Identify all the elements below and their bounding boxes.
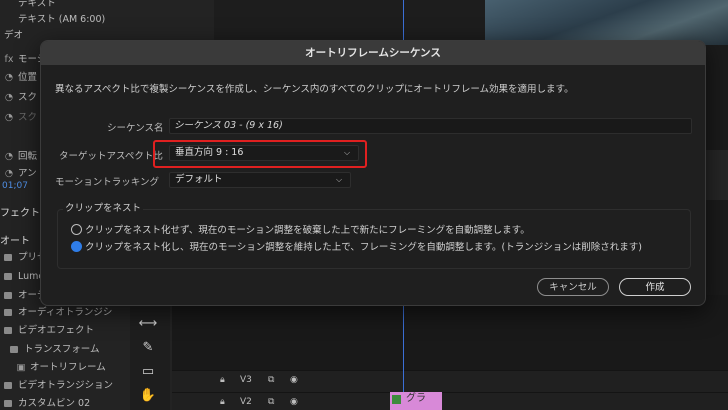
sync-icon[interactable]: ⧉ [268,397,274,407]
fx-icon: fx [4,54,14,65]
nest-option-nest[interactable]: クリップをネスト化し、現在のモーション調整を維持した上で、フレーミングを自動調整… [71,239,642,253]
auto-reframe-dialog: オートリフレームシーケンス 異なるアスペクト比で複製シーケンスを作成し、シーケン… [40,40,706,306]
folder-icon [4,400,12,407]
program-monitor [485,0,728,45]
ripple-edit-tool-icon[interactable]: ⟷ [138,316,158,336]
folder-icon [10,346,18,353]
folder-icon [4,382,12,389]
dialog-title: オートリフレームシーケンス [41,41,705,65]
lock-icon[interactable]: 🔒︎ [220,375,225,385]
nest-group-title: クリップをネスト [63,200,144,214]
side-panel [705,150,728,200]
keyframe-area [214,0,485,45]
timecode[interactable]: 01;07 [2,181,28,191]
sync-icon[interactable]: ⧉ [268,375,274,385]
chevron-down-icon: ⌵ [336,175,343,184]
property-row[interactable]: ◔ スク [4,110,37,126]
motion-tracking-select[interactable]: デフォルト ⌵ [169,172,351,188]
layer-row[interactable]: テキスト (AM 6:00) [4,12,105,28]
create-button[interactable]: 作成 [619,278,691,296]
folder-icon [4,292,12,299]
timeline-clip[interactable]: グラ [390,392,442,410]
stopwatch-icon[interactable]: ◔ [4,70,14,86]
stopwatch-icon[interactable]: ◔ [4,149,14,165]
effects-tree-item[interactable]: トランスフォーム [10,342,100,358]
rectangle-tool-icon[interactable]: ▭ [138,364,158,384]
dialog-description: 異なるアスペクト比で複製シーケンスを作成し、シーケンス内のすべてのクリップにオー… [55,84,574,95]
nest-option-no-nest[interactable]: クリップをネスト化せず、現在のモーション調整を破棄した上で新たにフレーミングを自… [71,222,530,236]
stopwatch-icon[interactable]: ◔ [4,166,14,182]
chevron-down-icon: ⌵ [344,148,351,157]
folder-icon [4,254,12,261]
effects-preset-select[interactable]: オート [0,232,40,247]
motion-tracking-label: モーショントラッキング [55,177,160,188]
target-aspect-label: ターゲットアスペクト比 [59,151,163,162]
stopwatch-icon[interactable]: ◔ [4,110,14,126]
eye-icon[interactable]: ◉ [290,375,298,385]
radio-unchecked[interactable] [71,224,82,235]
layer-row[interactable]: テキスト [4,0,56,12]
folder-icon [4,309,12,316]
effects-tree-item[interactable]: ▣ オートリフレーム [16,360,106,376]
track-name: V2 [240,397,252,407]
eye-icon[interactable]: ◉ [290,397,298,407]
target-aspect-select[interactable]: 垂直方向 9 : 16 ⌵ [169,145,359,161]
effects-tree-item[interactable]: ビデオエフェクト [4,323,94,339]
stopwatch-icon[interactable]: ◔ [4,90,14,106]
effects-tree-item[interactable]: カスタムビン 02 [4,396,90,410]
track-v2[interactable]: 🔒︎ V2 ⧉ ◉ [172,392,728,410]
property-row[interactable]: ◔ スク [4,90,37,106]
hand-tool-icon[interactable]: ✋ [138,388,158,408]
fx-badge-icon [392,395,401,404]
radio-checked[interactable] [71,241,82,252]
section-row: デオ [4,30,24,41]
track-v3[interactable]: 🔒︎ V3 ⧉ ◉ [172,370,728,392]
folder-icon [4,327,12,334]
cancel-button[interactable]: キャンセル [537,278,609,296]
effects-panel-title[interactable]: フェクト [0,204,40,219]
property-row[interactable]: ◔ 位置 [4,70,37,86]
effects-tree-item[interactable]: オーディオトランジシ [4,305,112,321]
sequence-name-label: シーケンス名 [107,123,164,134]
lock-icon[interactable]: 🔒︎ [220,397,225,407]
effects-tree-item[interactable]: ビデオトランジション [4,378,113,394]
track-name: V3 [240,375,252,385]
sequence-name-input[interactable]: シーケンス 03 - (9 x 16) [169,118,692,134]
folder-icon [4,273,12,280]
property-row[interactable]: ◔ アン [4,166,37,182]
pen-tool-icon[interactable]: ✎ [138,340,158,360]
effect-icon: ▣ [16,362,26,373]
property-row[interactable]: ◔ 回転 [4,149,37,165]
